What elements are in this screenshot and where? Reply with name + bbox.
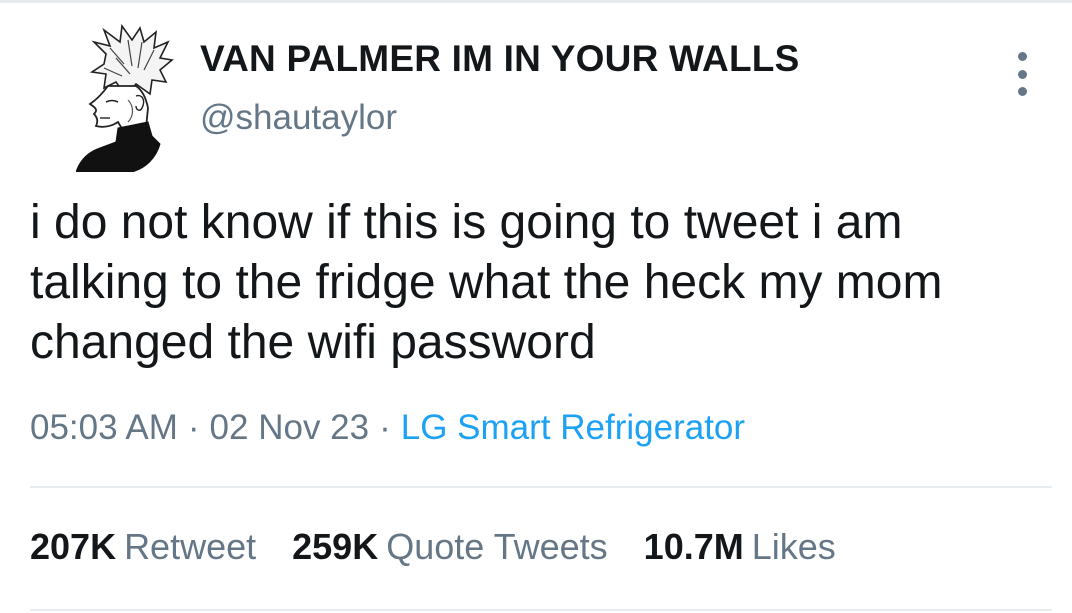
dot [1017, 87, 1027, 96]
retweet-label: Retweet [124, 526, 257, 567]
tweet-metadata: 05:03 AM · 02 Nov 23 · LG Smart Refrigerator [30, 408, 745, 448]
quote-tweets-label: Quote Tweets [386, 526, 608, 567]
display-name[interactable]: VAN PALMER IM IN YOUR WALLS [200, 38, 799, 80]
likes-label: Likes [751, 526, 836, 567]
tweet-time[interactable]: 05:03 AM [30, 408, 178, 447]
tweet-stats: 207K Retweet 259K Quote Tweets 10.7M Likes [30, 526, 872, 568]
quote-tweets-stat[interactable]: 259K Quote Tweets [292, 526, 608, 568]
tweet-date[interactable]: 02 Nov 23 [210, 408, 370, 447]
divider [30, 609, 1052, 611]
likes-count: 10.7M [643, 526, 744, 567]
retweet-stat[interactable]: 207K Retweet [30, 526, 256, 568]
user-handle[interactable]: @shautaylor [200, 98, 397, 138]
meta-separator: · [187, 408, 200, 447]
likes-stat[interactable]: 10.7M Likes [644, 526, 836, 568]
tweet-text: i do not know if this is going to tweet … [30, 196, 943, 369]
tweet-source-link[interactable]: LG Smart Refrigerator [401, 408, 745, 447]
avatar-sketch-icon [75, 23, 174, 173]
retweet-count: 207K [30, 526, 117, 567]
avatar[interactable] [75, 23, 176, 173]
divider [30, 486, 1052, 488]
quote-tweets-count: 259K [292, 526, 379, 567]
meta-separator: · [379, 408, 391, 447]
dot [1017, 52, 1027, 61]
dot [1017, 69, 1027, 79]
top-divider [0, 0, 1072, 3]
more-vertical-icon[interactable] [1002, 52, 1042, 96]
